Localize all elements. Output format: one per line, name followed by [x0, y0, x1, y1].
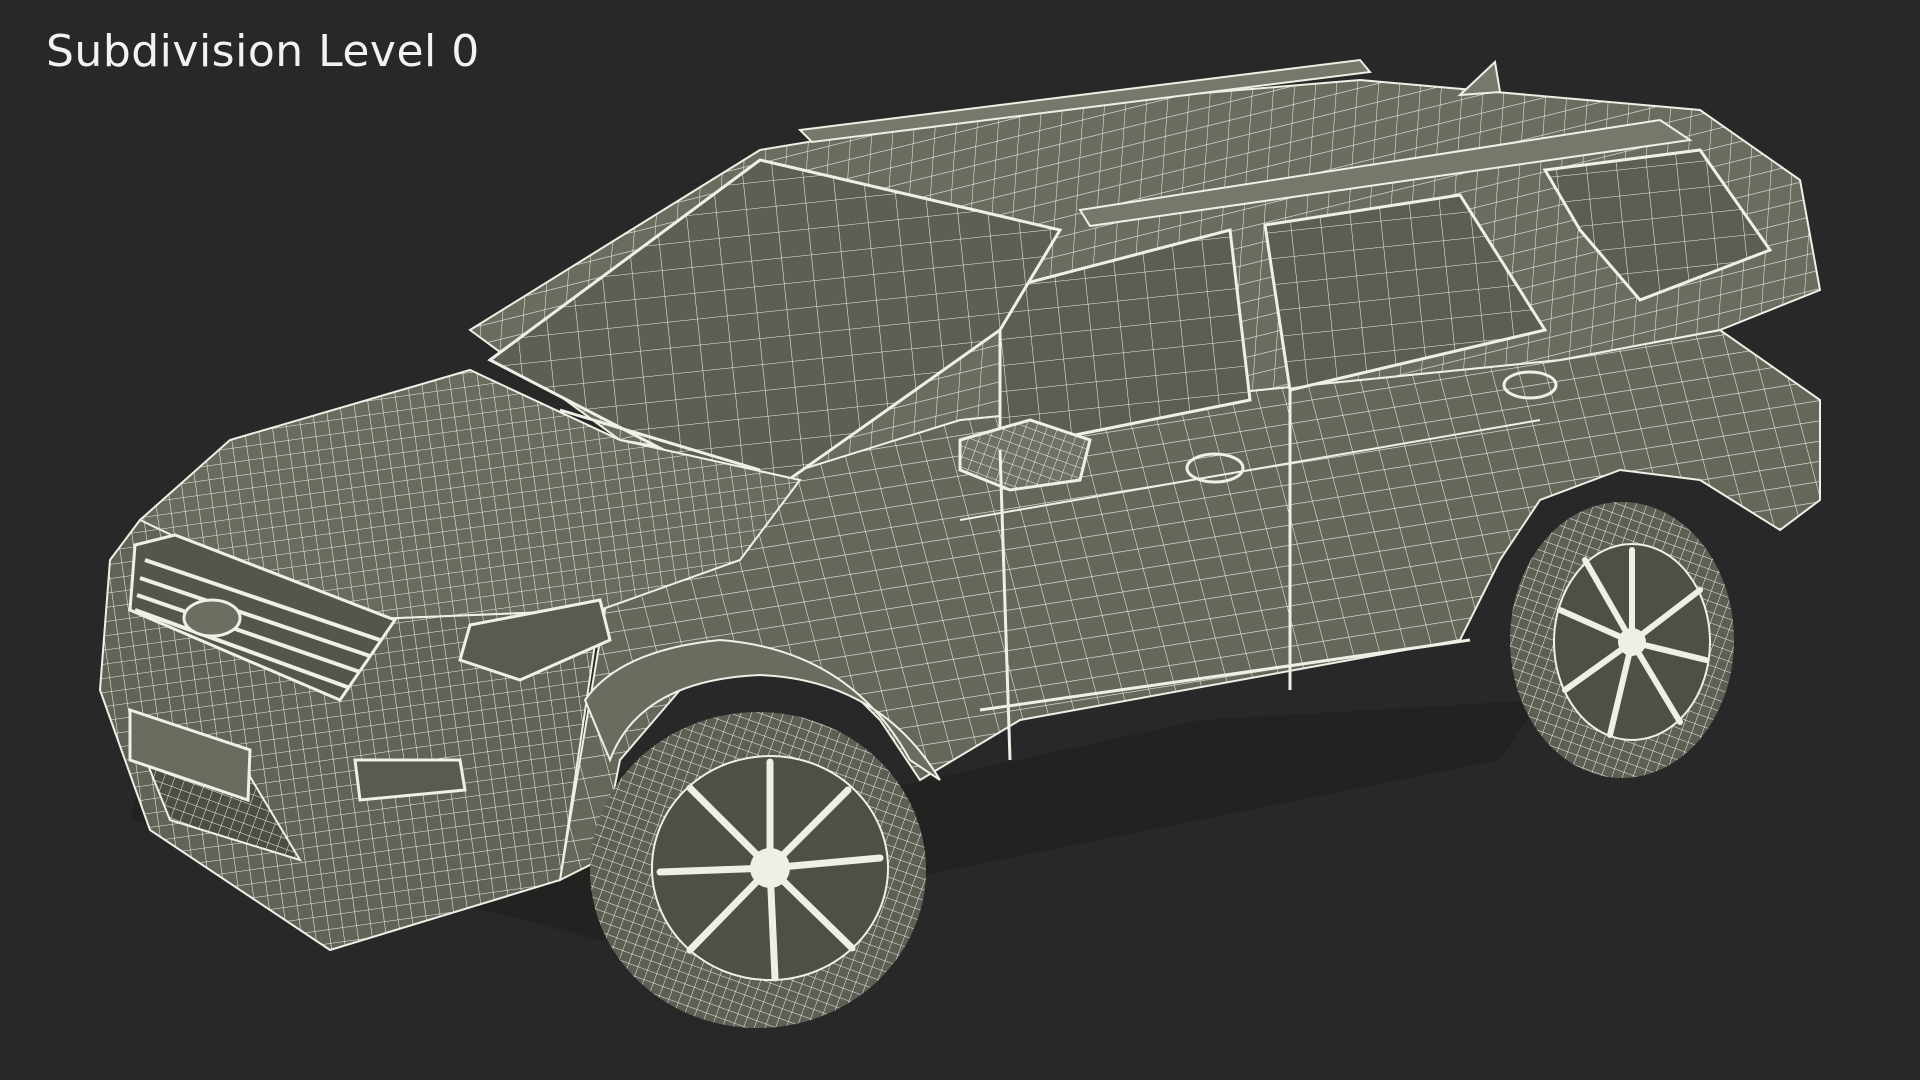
- front-wheel: [590, 712, 926, 1028]
- suv-wireframe-render: [98, 58, 1822, 1028]
- render-viewport: Subdivision Level 0: [0, 0, 1920, 1080]
- rear-wheel: [1510, 502, 1734, 778]
